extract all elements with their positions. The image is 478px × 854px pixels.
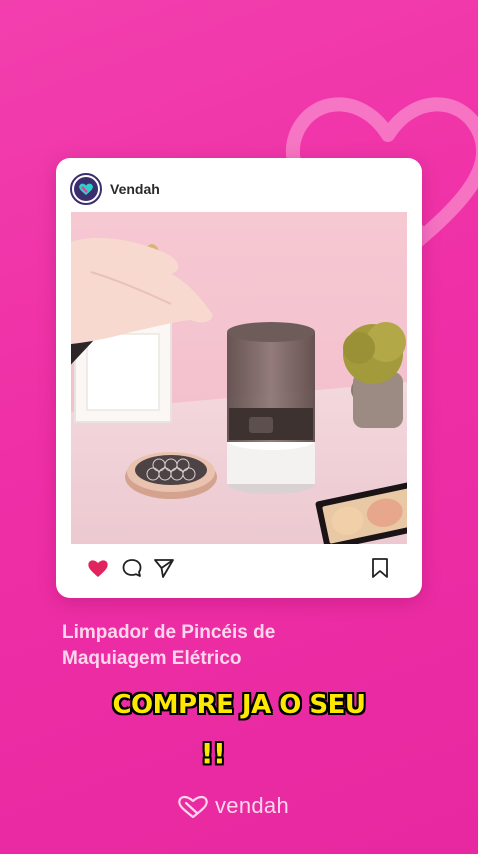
post-actions [86,556,392,582]
heart-icon[interactable] [86,556,110,580]
comment-icon[interactable] [120,556,144,580]
cta-line-2: !! [200,737,226,770]
brand-footer: vendah [175,791,289,821]
avatar[interactable] [70,173,102,205]
brand-name: vendah [215,793,289,818]
post-card: Vendah [56,158,422,598]
account-name[interactable]: Vendah [110,181,160,197]
product-caption: Limpador de Pincéis de Maquiagem Elétric… [62,622,276,669]
cta-line-1: COMPRE JA O SEU [112,690,366,720]
vendah-heart-logo-icon [178,795,208,819]
send-icon[interactable] [152,556,176,580]
product-image[interactable] [71,212,407,544]
bookmark-icon[interactable] [368,556,392,580]
vendah-logo-icon [74,177,98,201]
post-header: Vendah [70,172,160,206]
